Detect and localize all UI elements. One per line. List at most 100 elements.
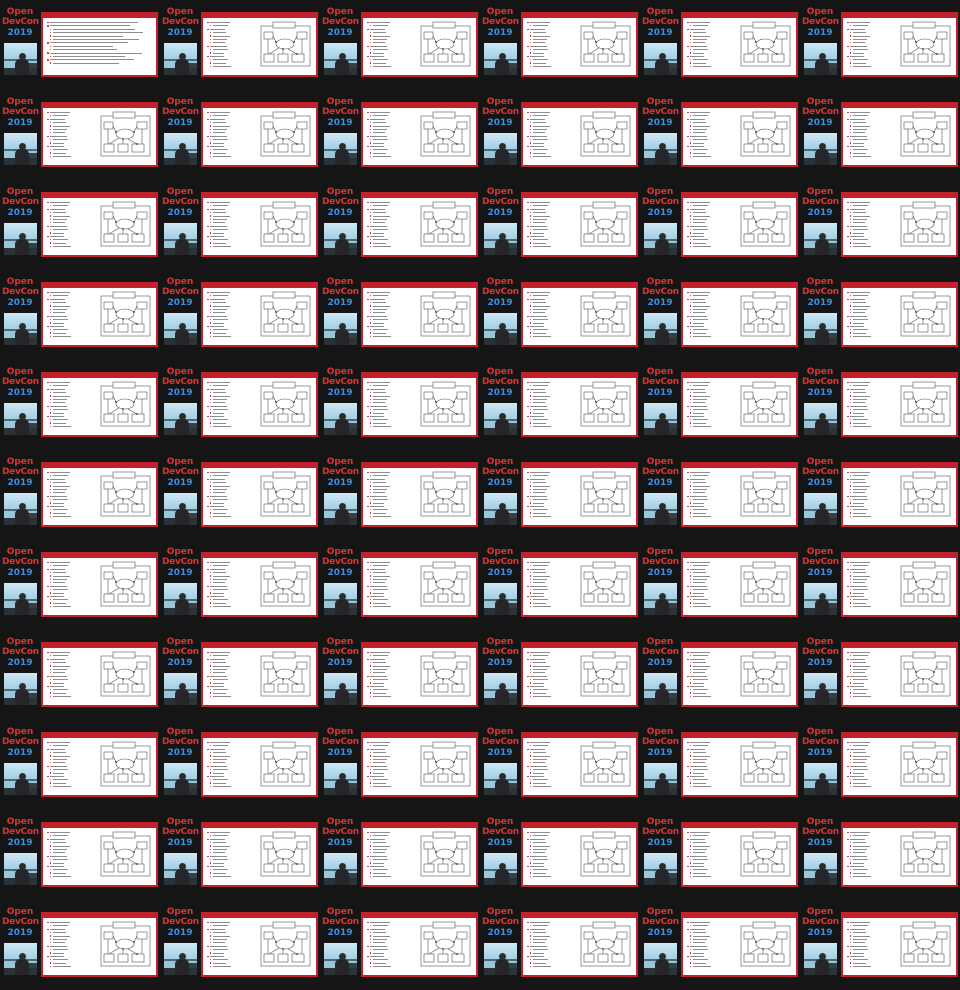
- presentation-slide: [681, 372, 798, 437]
- video-thumbnail[interactable]: Open DevCon 2019: [800, 180, 960, 270]
- video-thumbnail[interactable]: Open DevCon 2019: [320, 0, 480, 90]
- presentation-slide: [841, 192, 958, 257]
- video-thumbnail[interactable]: Open DevCon 2019: [480, 90, 640, 180]
- video-thumbnail[interactable]: Open DevCon 2019: [640, 540, 800, 630]
- speaker-camera: [4, 43, 37, 75]
- video-thumbnail[interactable]: Open DevCon 2019: [640, 180, 800, 270]
- video-thumbnail[interactable]: Open DevCon 2019: [800, 360, 960, 450]
- presentation-slide: [361, 282, 478, 347]
- logo-word-devcon: DevCon: [2, 467, 39, 477]
- video-thumbnail[interactable]: Open DevCon 2019: [0, 900, 160, 990]
- video-thumbnail[interactable]: Open DevCon 2019: [160, 360, 320, 450]
- conference-logo: Open DevCon 2019: [162, 7, 199, 38]
- video-thumbnail[interactable]: Open DevCon 2019: [480, 450, 640, 540]
- video-thumbnail[interactable]: Open DevCon 2019: [800, 0, 960, 90]
- video-thumbnail[interactable]: Open DevCon 2019: [0, 90, 160, 180]
- speaker-camera: [164, 223, 197, 255]
- video-thumbnail[interactable]: Open DevCon 2019: [800, 810, 960, 900]
- video-thumbnail[interactable]: Open DevCon 2019: [480, 810, 640, 900]
- block-diagram: [740, 831, 791, 877]
- video-thumbnail[interactable]: Open DevCon 2019: [320, 90, 480, 180]
- block-diagram: [740, 111, 791, 157]
- bullet-line: [527, 965, 577, 968]
- video-thumbnail[interactable]: Open DevCon 2019: [160, 0, 320, 90]
- logo-year: 2019: [487, 658, 513, 668]
- video-thumbnail[interactable]: Open DevCon 2019: [160, 90, 320, 180]
- slide-bullet-list: [847, 291, 897, 338]
- video-thumbnail[interactable]: Open DevCon 2019: [640, 720, 800, 810]
- presentation-slide: [41, 642, 158, 707]
- video-thumbnail[interactable]: Open DevCon 2019: [160, 810, 320, 900]
- logo-year: 2019: [487, 568, 513, 578]
- video-thumbnail[interactable]: Open DevCon 2019: [0, 270, 160, 360]
- video-thumbnail[interactable]: Open DevCon 2019: [640, 270, 800, 360]
- logo-year: 2019: [487, 928, 513, 938]
- video-thumbnail[interactable]: Open DevCon 2019: [160, 180, 320, 270]
- video-thumbnail[interactable]: Open DevCon 2019: [480, 720, 640, 810]
- conference-logo: Open DevCon 2019: [642, 637, 679, 668]
- video-thumbnail[interactable]: Open DevCon 2019: [480, 0, 640, 90]
- speaker-camera: [644, 763, 677, 795]
- video-thumbnail[interactable]: Open DevCon 2019: [0, 0, 160, 90]
- conference-logo: Open DevCon 2019: [2, 727, 39, 758]
- video-thumbnail[interactable]: Open DevCon 2019: [800, 90, 960, 180]
- video-thumbnail[interactable]: Open DevCon 2019: [320, 630, 480, 720]
- video-thumbnail[interactable]: Open DevCon 2019: [640, 450, 800, 540]
- video-thumbnail[interactable]: Open DevCon 2019: [320, 450, 480, 540]
- video-thumbnail[interactable]: Open DevCon 2019: [160, 540, 320, 630]
- logo-word-open: Open: [166, 907, 194, 917]
- speaker-panel: Open DevCon 2019: [640, 270, 680, 360]
- slide-title-bar: [363, 552, 476, 558]
- video-thumbnail[interactable]: Open DevCon 2019: [160, 270, 320, 360]
- video-thumbnail[interactable]: Open DevCon 2019: [640, 900, 800, 990]
- video-thumbnail[interactable]: Open DevCon 2019: [0, 630, 160, 720]
- video-thumbnail[interactable]: Open DevCon 2019: [800, 540, 960, 630]
- video-thumbnail[interactable]: Open DevCon 2019: [640, 810, 800, 900]
- video-thumbnail[interactable]: Open DevCon 2019: [320, 270, 480, 360]
- presentation-slide: [361, 372, 478, 437]
- video-thumbnail[interactable]: Open DevCon 2019: [800, 630, 960, 720]
- video-thumbnail[interactable]: Open DevCon 2019: [0, 540, 160, 630]
- video-thumbnail[interactable]: Open DevCon 2019: [160, 630, 320, 720]
- logo-word-open: Open: [166, 727, 194, 737]
- video-thumbnail[interactable]: Open DevCon 2019: [640, 630, 800, 720]
- speaker-panel: Open DevCon 2019: [0, 450, 40, 540]
- video-thumbnail[interactable]: Open DevCon 2019: [0, 720, 160, 810]
- video-thumbnail[interactable]: Open DevCon 2019: [480, 270, 640, 360]
- video-thumbnail[interactable]: Open DevCon 2019: [0, 360, 160, 450]
- video-thumbnail[interactable]: Open DevCon 2019: [480, 630, 640, 720]
- video-thumbnail[interactable]: Open DevCon 2019: [320, 360, 480, 450]
- video-thumbnail[interactable]: Open DevCon 2019: [640, 360, 800, 450]
- video-thumbnail[interactable]: Open DevCon 2019: [320, 810, 480, 900]
- video-thumbnail[interactable]: Open DevCon 2019: [0, 180, 160, 270]
- video-thumbnail[interactable]: Open DevCon 2019: [0, 450, 160, 540]
- video-thumbnail[interactable]: Open DevCon 2019: [800, 720, 960, 810]
- conference-logo: Open DevCon 2019: [2, 457, 39, 488]
- video-thumbnail[interactable]: Open DevCon 2019: [800, 270, 960, 360]
- speaker-camera: [804, 133, 837, 165]
- conference-logo: Open DevCon 2019: [162, 637, 199, 668]
- video-thumbnail[interactable]: Open DevCon 2019: [160, 450, 320, 540]
- speaker-camera: [644, 133, 677, 165]
- video-thumbnail[interactable]: Open DevCon 2019: [480, 180, 640, 270]
- video-thumbnail[interactable]: Open DevCon 2019: [0, 810, 160, 900]
- presentation-slide: [681, 732, 798, 797]
- slide-bullet-list: [207, 831, 257, 878]
- video-thumbnail[interactable]: Open DevCon 2019: [640, 0, 800, 90]
- video-thumbnail[interactable]: Open DevCon 2019: [160, 720, 320, 810]
- video-thumbnail[interactable]: Open DevCon 2019: [800, 900, 960, 990]
- logo-word-devcon: DevCon: [642, 377, 679, 387]
- presentation-slide: [521, 552, 638, 617]
- logo-year: 2019: [807, 658, 833, 668]
- video-thumbnail[interactable]: Open DevCon 2019: [320, 900, 480, 990]
- video-thumbnail[interactable]: Open DevCon 2019: [160, 900, 320, 990]
- video-thumbnail[interactable]: Open DevCon 2019: [320, 540, 480, 630]
- video-thumbnail[interactable]: Open DevCon 2019: [480, 900, 640, 990]
- video-thumbnail[interactable]: Open DevCon 2019: [480, 360, 640, 450]
- video-thumbnail[interactable]: Open DevCon 2019: [800, 450, 960, 540]
- video-thumbnail[interactable]: Open DevCon 2019: [480, 540, 640, 630]
- video-thumbnail[interactable]: Open DevCon 2019: [320, 180, 480, 270]
- video-thumbnail[interactable]: Open DevCon 2019: [320, 720, 480, 810]
- bullet-line: [527, 335, 577, 338]
- video-thumbnail[interactable]: Open DevCon 2019: [640, 90, 800, 180]
